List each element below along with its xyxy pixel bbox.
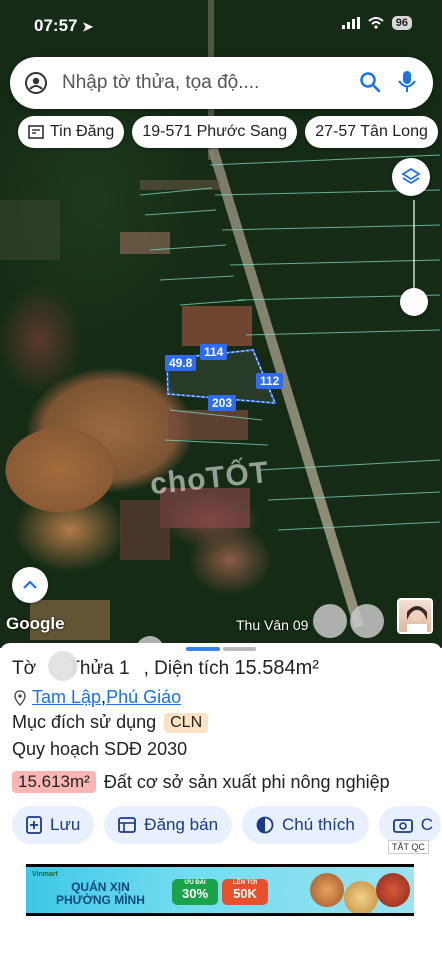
- newspaper-icon: [28, 125, 44, 139]
- chip-tan-long[interactable]: 27-57 Tân Long: [305, 116, 438, 148]
- blur-mask: [48, 651, 78, 681]
- ad-title: QUÁN XỊN PHƯỜNG MÌNH: [56, 880, 145, 907]
- food-image: [310, 873, 344, 907]
- parcel-location: Tam Lập , Phú Giáo: [14, 687, 181, 708]
- signal-icon: [341, 17, 360, 29]
- ad-deal-1: ƯU ĐÃI 30%: [172, 879, 218, 905]
- expand-button[interactable]: [12, 567, 48, 603]
- commune-link[interactable]: Tam Lập: [32, 687, 101, 708]
- chevron-up-icon: [23, 580, 37, 589]
- land-purpose-row: Mục đích sử dụng CLN: [12, 712, 209, 733]
- purpose-code-badge: CLN: [164, 712, 209, 733]
- post-for-sale-button[interactable]: Đăng bán: [104, 806, 233, 844]
- camera-icon: [392, 819, 413, 833]
- bookmark-add-icon: [26, 816, 42, 834]
- advertisement-banner[interactable]: Vinmart QUÁN XỊN PHƯỜNG MÌNH ƯU ĐÃI 30% L…: [26, 864, 414, 916]
- filter-chips: Tin Đăng 19-571 Phước Sang 27-57 Tân Lon…: [18, 116, 438, 148]
- blur-mask: [313, 604, 347, 638]
- camera-button[interactable]: C: [378, 806, 442, 844]
- chip-label: 27-57 Tân Long: [315, 123, 428, 140]
- user-icon[interactable]: [24, 71, 48, 95]
- wifi-icon: [368, 17, 384, 29]
- layers-icon: [401, 167, 421, 185]
- ad-deal-2: LÊN TỚI 50K: [222, 879, 268, 905]
- planning-detail-row: 15.613m² Đất cơ sở sản xuất phi nông ngh…: [12, 771, 390, 793]
- purpose-label: Mục đích sử dụng: [12, 712, 157, 732]
- legend-button[interactable]: Chú thích: [242, 806, 369, 844]
- close-ad-button[interactable]: TẮT QC: [388, 840, 429, 854]
- opacity-slider-track: [413, 200, 415, 300]
- search-bar[interactable]: [10, 57, 433, 109]
- chip-label: 19-571 Phước Sang: [142, 123, 288, 140]
- planning-row: Quy hoạch SDĐ 2030: [12, 739, 187, 760]
- layers-button[interactable]: [392, 158, 430, 196]
- listing-icon: [118, 817, 137, 833]
- planning-area-badge: 15.613m²: [12, 771, 96, 793]
- blur-mask: [350, 604, 384, 638]
- mic-icon[interactable]: [397, 70, 417, 94]
- parcel-label-top: 114: [200, 344, 228, 360]
- parcel-label-bottom: 203: [208, 395, 237, 411]
- chip-label: Tin Đăng: [50, 123, 115, 140]
- food-image: [376, 873, 410, 907]
- opacity-slider-knob[interactable]: [400, 288, 428, 316]
- district-link[interactable]: Phú Giáo: [106, 687, 181, 708]
- parcel-info-sheet: Tờ Thửa 1, Diện tích 15.584m² Tam Lập , …: [0, 643, 442, 960]
- location-pin-icon: [14, 689, 26, 706]
- planning-label: Quy hoạch SDĐ 2030: [12, 739, 188, 759]
- parcel-label-right: 112: [256, 373, 284, 389]
- search-input[interactable]: [62, 69, 352, 97]
- food-image: [344, 881, 378, 913]
- location-arrow-icon: ➤: [82, 19, 94, 34]
- chip-phuoc-sang[interactable]: 19-571 Phước Sang: [132, 116, 298, 148]
- google-logo: Google: [6, 614, 65, 633]
- status-time: 07:57 ➤: [34, 16, 94, 35]
- status-bar: 07:57 ➤ 96: [0, 0, 442, 48]
- chip-tin-dang[interactable]: Tin Đăng: [18, 116, 125, 148]
- planning-description: Đất cơ sở sản xuất phi nông nghiệp: [103, 771, 390, 792]
- contrast-icon: [256, 816, 274, 834]
- battery-icon: 96: [391, 16, 412, 30]
- avatar[interactable]: [397, 598, 433, 634]
- search-icon[interactable]: [359, 71, 381, 93]
- parcel-label-left: 49.8: [165, 355, 197, 371]
- save-button[interactable]: Lưu: [12, 806, 95, 844]
- sheet-handle[interactable]: [186, 647, 256, 652]
- map-attribution: Thu Vân 09: [236, 617, 309, 633]
- ad-brand: Vinmart: [32, 871, 58, 878]
- action-buttons: Lưu Đăng bán Chú thích C: [12, 806, 442, 844]
